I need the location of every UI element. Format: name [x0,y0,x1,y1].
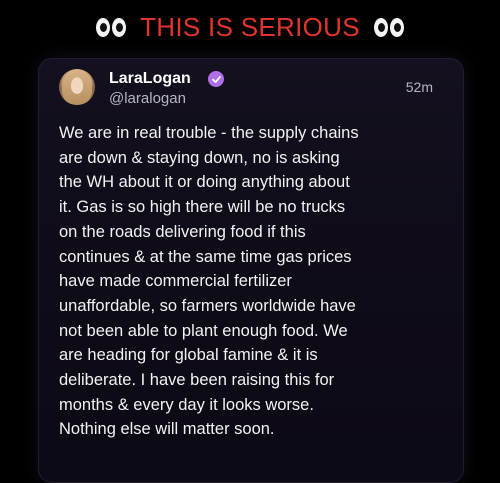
eye-icon [112,17,127,37]
eye-icon [373,17,388,37]
user-handle[interactable]: @laralogan [109,90,186,107]
verified-badge-icon [208,71,224,87]
eyes-icon-left [96,17,127,37]
post-card: LaraLogan @laralogan 52m We are in real … [38,58,464,483]
eye-icon [96,17,111,37]
post-body: We are in real trouble - the supply chai… [59,124,359,439]
eye-icon [389,17,404,37]
banner-title: THIS IS SERIOUS [140,11,360,42]
eyes-icon-right [373,17,404,37]
profile-avatar[interactable] [59,69,95,105]
post-timestamp: 52m [405,79,433,95]
checkmark-icon [211,75,221,83]
display-name[interactable]: LaraLogan [109,70,191,88]
top-banner: THIS IS SERIOUS [0,0,500,54]
